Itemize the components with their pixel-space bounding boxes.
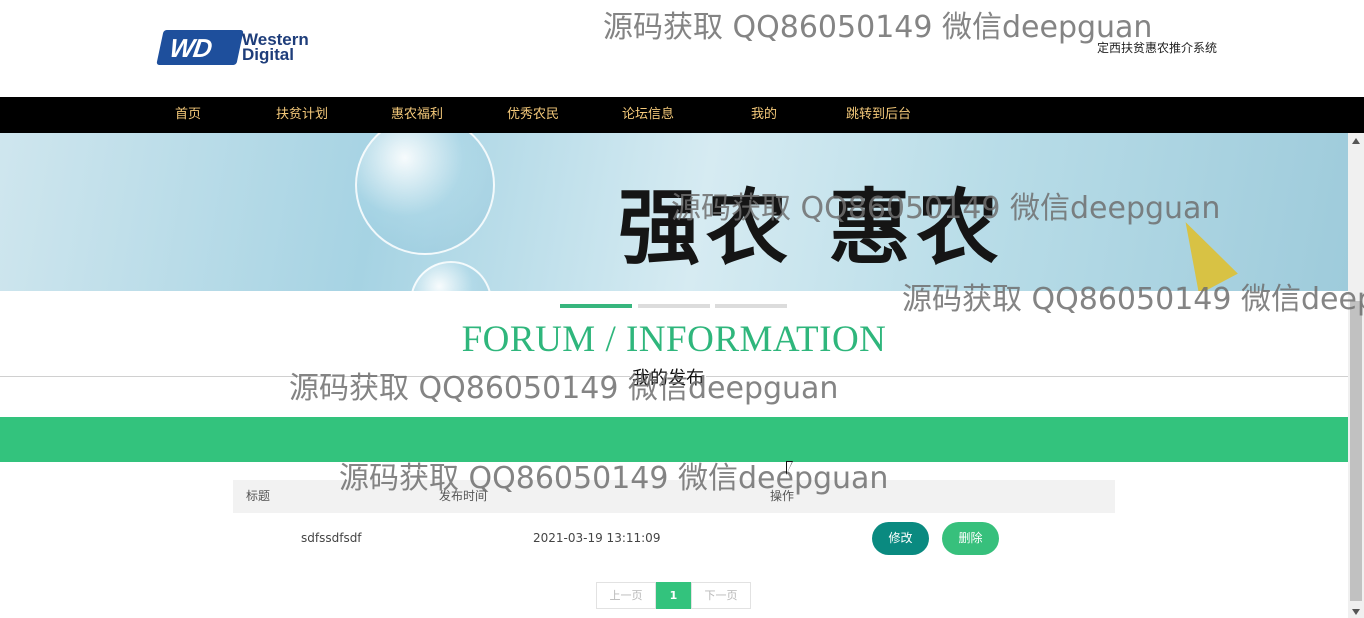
vertical-scrollbar[interactable] (1348, 133, 1364, 618)
nav-item-forum[interactable]: 论坛信息 (622, 97, 674, 133)
column-header-time: 发布时间 (439, 489, 488, 503)
column-header-actions: 操作 (770, 489, 795, 503)
carousel-dot-3[interactable] (715, 304, 787, 308)
nav-item-poverty-plan[interactable]: 扶贫计划 (276, 97, 328, 133)
edit-button[interactable]: 修改 (872, 522, 929, 555)
mouse-cursor-icon (786, 461, 793, 475)
cell-time: 2021-03-19 13:11:09 (533, 531, 661, 545)
carousel-dot-1[interactable] (560, 304, 632, 308)
nav-item-home[interactable]: 首页 (175, 97, 201, 133)
scroll-up-arrow-icon[interactable] (1352, 138, 1360, 144)
nav-item-mine[interactable]: 我的 (751, 97, 777, 133)
section-title: FORUM / INFORMATION (461, 319, 887, 360)
nav-item-admin[interactable]: 跳转到后台 (846, 97, 911, 133)
bubble-decoration (410, 261, 492, 291)
cell-title: sdfssdfsdf (301, 531, 362, 545)
logo-line-2: Digital (242, 45, 294, 64)
prev-page-button[interactable]: 上一页 (596, 582, 656, 609)
next-page-button[interactable]: 下一页 (691, 582, 751, 609)
bubble-decoration (355, 133, 495, 255)
column-header-title: 标题 (246, 489, 271, 503)
scroll-down-arrow-icon[interactable] (1352, 609, 1360, 615)
scroll-thumb[interactable] (1350, 301, 1362, 601)
nav-item-welfare[interactable]: 惠农福利 (391, 97, 443, 133)
delete-button[interactable]: 删除 (942, 522, 999, 555)
table-header: 标题 发布时间 操作 (233, 480, 1115, 513)
main-nav: 首页 扶贫计划 惠农福利 优秀农民 论坛信息 我的 跳转到后台 (0, 97, 1364, 133)
banner-carousel[interactable]: 强农 惠农 (0, 133, 1348, 291)
green-band (0, 417, 1348, 462)
logo-mark: WD (167, 33, 214, 63)
banner-text: 强农 惠农 (618, 181, 1005, 276)
leaf-decoration (1166, 211, 1238, 291)
page-1-button[interactable]: 1 (656, 582, 691, 609)
watermark: 源码获取 QQ86050149 微信deepguan (289, 371, 839, 406)
site-header: WD Western Digital 定西扶贫惠农推介系统 (0, 0, 1348, 97)
section-subtitle: 我的发布 (630, 364, 706, 390)
site-title: 定西扶贫惠农推介系统 (1097, 41, 1218, 55)
table-row: sdfssdfsdf 2021-03-19 13:11:09 修改 删除 (233, 514, 1115, 564)
nav-item-farmers[interactable]: 优秀农民 (507, 97, 559, 133)
logo[interactable]: WD Western Digital (156, 30, 332, 66)
carousel-dot-2[interactable] (638, 304, 710, 308)
logo-badge: WD (156, 30, 244, 65)
